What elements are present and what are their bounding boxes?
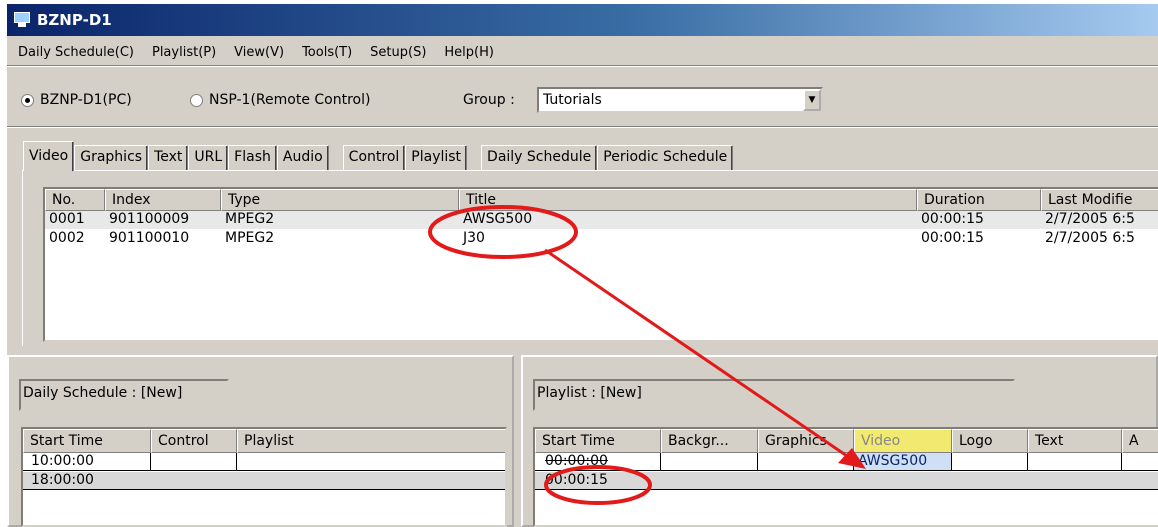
tab-panel: No. Index Type Title Duration Last Modif… [22,170,1158,346]
menu-setup[interactable]: Setup(S) [363,43,437,62]
cell-last-modified: 2/7/2005 6:5 [1045,230,1135,246]
cell-index: 901100009 [109,211,190,227]
cell-title: AWSG500 [463,211,533,227]
radio-nsp-remote[interactable]: NSP-1(Remote Control) [190,92,370,108]
cell-video[interactable]: AWSG500 [854,453,952,471]
schedule-row[interactable]: 18:00:00 [23,472,505,490]
tab-graphics[interactable]: Graphics [74,145,149,171]
tab-url[interactable]: URL [188,145,229,171]
cell-duration: 00:00:15 [921,230,984,246]
radio-dot-selected [21,93,34,107]
cell-no: 0001 [49,211,85,227]
tab-flash[interactable]: Flash [228,145,277,171]
monitor-icon [13,12,31,28]
column-header-type[interactable]: Type [221,189,459,211]
cell-title: J30 [463,230,485,246]
tab-audio[interactable]: Audio [276,145,329,171]
column-header-control[interactable]: Control [151,429,237,453]
window-title: BZNP-D1 [37,11,112,29]
table-row[interactable]: 0001 901100009 MPEG2 AWSG500 00:00:15 2/… [45,211,1158,229]
tab-playlist[interactable]: Playlist [405,145,468,171]
cell-index: 901100010 [109,230,190,246]
mode-selector: BZNP-D1(PC) NSP-1(Remote Control) Group … [21,85,841,115]
column-header-last-modified[interactable]: Last Modifie [1041,189,1158,211]
playlist-pane: Playlist : [New] Start Time Backgr... Gr… [521,355,1158,527]
cell-logo[interactable] [952,453,1028,471]
cell-text[interactable] [1028,453,1122,471]
cell-start-time[interactable]: 00:00:00 [535,453,661,471]
tab-daily-schedule[interactable]: Daily Schedule [481,145,598,171]
column-header-graphics[interactable]: Graphics [758,429,854,453]
tab-control[interactable]: Control [342,145,406,171]
daily-schedule-grid[interactable]: Start Time Control Playlist 10:00:00 18:… [21,427,507,527]
menu-separator [7,65,1158,67]
daily-schedule-caption: Daily Schedule : [New] [19,379,229,411]
radio-label: NSP-1(Remote Control) [209,92,371,108]
cell-control[interactable] [151,453,237,471]
cell-background[interactable] [661,453,758,471]
category-tabs: Video Graphics Text URL Flash Audio Cont… [23,141,734,171]
column-header-duration[interactable]: Duration [917,189,1041,211]
column-header-index[interactable]: Index [105,189,221,211]
column-header-title[interactable]: Title [459,189,917,211]
cell-no: 0002 [49,230,85,246]
radio-label: BZNP-D1(PC) [40,92,132,108]
radio-dot [190,93,203,107]
playlist-grid[interactable]: Start Time Backgr... Graphics Video Logo… [533,427,1158,527]
media-table[interactable]: No. Index Type Title Duration Last Modif… [43,187,1158,342]
cell-playlist[interactable] [237,453,505,471]
menu-daily-schedule[interactable]: Daily Schedule(C) [11,43,145,62]
title-bar[interactable]: BZNP-D1 [7,4,1158,36]
playlist-header: Start Time Backgr... Graphics Video Logo… [535,429,1158,453]
column-header-playlist[interactable]: Playlist [237,429,505,453]
column-header-background[interactable]: Backgr... [661,429,758,453]
column-header-logo[interactable]: Logo [952,429,1028,453]
group-dropdown[interactable]: Tutorials ▼ [537,87,823,113]
menu-view[interactable]: View(V) [227,43,295,62]
tab-text[interactable]: Text [148,145,189,171]
options-separator [7,126,1158,128]
cell-start-time[interactable]: 00:00:15 [535,472,1158,490]
group-label: Group : [463,92,515,108]
column-header-video[interactable]: Video [854,429,952,453]
column-header-text[interactable]: Text [1028,429,1122,453]
table-row[interactable]: 0002 901100010 MPEG2 J30 00:00:15 2/7/20… [45,230,1158,248]
tab-video[interactable]: Video [23,141,75,171]
menu-help[interactable]: Help(H) [437,43,505,62]
cell-type: MPEG2 [225,211,275,227]
media-table-header: No. Index Type Title Duration Last Modif… [45,189,1158,211]
radio-bznp-pc[interactable]: BZNP-D1(PC) [21,92,132,108]
menu-tools[interactable]: Tools(T) [295,43,363,62]
daily-schedule-header: Start Time Control Playlist [23,429,505,453]
menu-playlist[interactable]: Playlist(P) [145,43,227,62]
column-header-audio[interactable]: A [1122,429,1158,453]
playlist-row[interactable]: 00:00:15 [535,472,1158,490]
menu-bar: Daily Schedule(C) Playlist(P) View(V) To… [7,40,505,64]
column-header-start-time[interactable]: Start Time [535,429,661,453]
column-header-no[interactable]: No. [45,189,105,211]
cell-audio[interactable] [1122,453,1158,471]
cell-start-time[interactable]: 18:00:00 [23,472,505,490]
group-dropdown-value: Tutorials [543,92,602,108]
schedule-row[interactable]: 10:00:00 [23,453,505,471]
cell-duration: 00:00:15 [921,211,984,227]
bottom-split: Daily Schedule : [New] Start Time Contro… [7,355,1158,527]
column-header-start-time[interactable]: Start Time [23,429,151,453]
daily-schedule-pane: Daily Schedule : [New] Start Time Contro… [7,355,514,527]
cell-start-time[interactable]: 10:00:00 [23,453,151,471]
playlist-caption: Playlist : [New] [533,379,1015,411]
playlist-row[interactable]: 00:00:00 AWSG500 [535,453,1158,471]
cell-last-modified: 2/7/2005 6:5 [1045,211,1135,227]
dropdown-arrow-icon[interactable]: ▼ [803,89,821,111]
application-window: BZNP-D1 Daily Schedule(C) Playlist(P) Vi… [7,4,1158,527]
cell-graphics[interactable] [758,453,854,471]
tab-periodic-schedule[interactable]: Periodic Schedule [597,145,734,171]
cell-type: MPEG2 [225,230,275,246]
